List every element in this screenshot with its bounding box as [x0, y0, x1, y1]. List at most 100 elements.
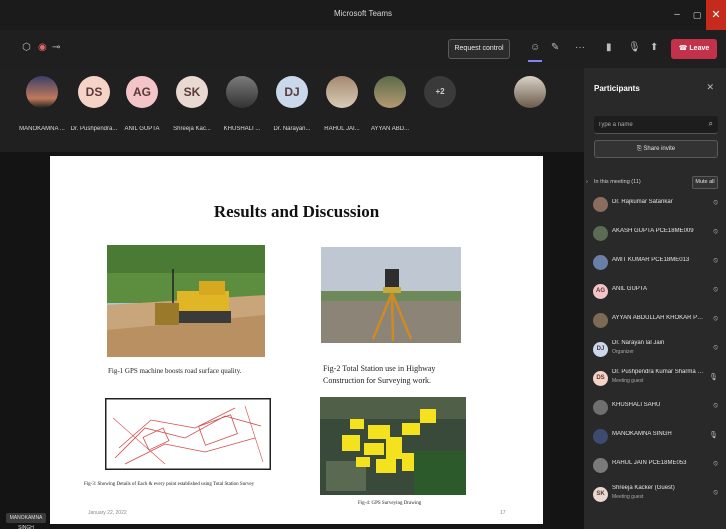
connection-icon[interactable]: ⊸	[52, 42, 60, 53]
phone-hangup-icon: ☎	[678, 45, 688, 52]
mic-off-icon: ⦸	[713, 286, 718, 293]
participant-name: Dr. Narayan lal Jain	[612, 340, 665, 346]
avatar	[593, 313, 608, 328]
avatar	[593, 197, 608, 212]
avatar	[593, 226, 608, 241]
avatar	[514, 76, 546, 108]
mic-off-icon: ⦸	[713, 344, 718, 351]
fig3-caption: Fig-3: Showing Details of Each & every p…	[84, 482, 255, 487]
participant-name: RAHUL JAI...	[324, 126, 360, 132]
search-input[interactable]	[598, 119, 698, 131]
list-item[interactable]: RAHUL JAIN PCE18ME053 ⦸	[584, 451, 726, 480]
more-options-icon[interactable]: ···	[575, 42, 585, 53]
chat-icon[interactable]: ✎	[551, 42, 559, 53]
leave-button[interactable]: ☎ Leave	[671, 39, 717, 59]
mic-on-icon: 🎙	[709, 432, 718, 439]
participant-tile[interactable]: AG ANIL GUPTA	[118, 76, 166, 144]
camera-off-icon[interactable]: ▮	[606, 42, 612, 53]
leave-label: Leave	[689, 45, 710, 52]
participant-name: Dr. Narayan...	[273, 126, 311, 132]
participant-tile[interactable]: SK Shreeja Kac...	[168, 76, 216, 144]
avatar	[593, 400, 608, 415]
fig4-gps-drawing	[320, 397, 466, 495]
mic-off-icon: ⦸	[713, 402, 718, 409]
participant-tile[interactable]: RAHUL JAI...	[318, 76, 366, 144]
avatar	[593, 429, 608, 444]
participants-panel: Participants ✕ ⌕ ⎘ Share invite › In thi…	[584, 68, 726, 529]
meeting-toolbar: ⬡ ◉ ⊸ Request control ☺ ✎ ··· ▮ 🎙 ⬆ ☎ Le…	[0, 30, 726, 68]
overflow-count: +2	[424, 76, 456, 108]
participant-name: AMIT KUMAR PCE18ME013	[612, 257, 690, 263]
record-icon: ◉	[38, 42, 47, 53]
mic-off-icon: ⦸	[713, 199, 718, 206]
list-item[interactable]: AMIT KUMAR PCE18ME013 ⦸	[584, 248, 726, 277]
avatar	[26, 76, 58, 108]
maximize-icon[interactable]: ▢	[690, 8, 704, 22]
shield-icon[interactable]: ⬡	[22, 42, 31, 53]
mic-off-icon: ⦸	[713, 315, 718, 322]
request-control-button[interactable]: Request control	[448, 39, 510, 59]
share-icon: ⎘	[636, 146, 642, 152]
self-video-tile[interactable]	[506, 76, 554, 144]
participant-tile[interactable]: MANOKAMNA ...	[18, 76, 66, 144]
participant-tile[interactable]: DS Dr. Pushpendra...	[70, 76, 118, 144]
participant-name: AYYAN ABD...	[370, 126, 410, 132]
participant-name: RAHUL JAIN PCE18ME053	[612, 460, 687, 466]
participant-tile[interactable]: DJ Dr. Narayan...	[268, 76, 316, 144]
participant-role: Meeting guest	[612, 378, 644, 384]
window-title: Microsoft Teams	[333, 9, 393, 18]
in-meeting-label: In this meeting (11)	[594, 179, 641, 185]
avatar: DS	[593, 371, 608, 386]
minimize-icon[interactable]: –	[670, 8, 684, 22]
list-item[interactable]: Dr. Rajkumar Satankar ⦸	[584, 190, 726, 219]
list-item[interactable]: AG ANIL GUPTA ⦸	[584, 277, 726, 306]
panel-title: Participants	[594, 84, 640, 93]
participant-tile[interactable]: AYYAN ABD...	[366, 76, 414, 144]
share-invite-button[interactable]: ⎘ Share invite	[594, 140, 718, 158]
list-item[interactable]: AYYAN ABDULLAH KHOKAR PC... ⦸	[584, 306, 726, 335]
close-icon[interactable]: ✕	[706, 0, 726, 30]
participant-name: KHUSHALI ...	[223, 126, 261, 132]
avatar: SK	[176, 76, 208, 108]
panel-close-icon[interactable]: ✕	[706, 82, 714, 93]
share-tray-icon[interactable]: ⬆	[650, 42, 658, 53]
list-item[interactable]: DS Dr. Pushpendra Kumar Sharma (... Meet…	[584, 364, 726, 393]
mic-off-icon: ⦸	[713, 228, 718, 235]
fig2-caption-line1: Fig-2 Total Station use in Highway	[323, 364, 436, 373]
chevron-down-icon[interactable]: ›	[586, 179, 588, 185]
mic-off-icon[interactable]: 🎙	[628, 42, 641, 53]
mic-off-icon: ⦸	[713, 460, 718, 467]
in-meeting-section-header[interactable]: › In this meeting (11) Mute all	[586, 176, 722, 190]
presentation-slide: Results and Discussion Fig-1 GPS machine…	[50, 156, 543, 524]
participant-name: Shreeja Kacker (Guest)	[612, 485, 675, 491]
mute-all-button[interactable]: Mute all	[692, 176, 718, 189]
participant-name: ANIL GUPTA	[124, 126, 160, 132]
slide-title: Results and Discussion	[213, 202, 380, 221]
mic-off-icon: ⦸	[713, 257, 718, 264]
list-item[interactable]: MANOKAMNA SINGH 🎙	[584, 422, 726, 451]
more-participants-tile[interactable]: +2	[416, 76, 464, 144]
share-invite-label: Share invite	[643, 146, 676, 152]
participant-name: KHUSHALI SAHU	[612, 402, 661, 408]
participant-search: ⌕	[594, 116, 718, 134]
search-icon[interactable]: ⌕	[709, 119, 713, 129]
people-icon[interactable]: ☺	[530, 42, 540, 53]
slide-page-number: 17	[500, 510, 506, 516]
participant-list: Dr. Rajkumar Satankar ⦸ AKASH GUPTA PCE1…	[584, 190, 726, 509]
list-item[interactable]: DJ Dr. Narayan lal Jain Organizer ⦸	[584, 335, 726, 364]
participant-name: MANOKAMNA ...	[19, 126, 65, 132]
presenter-name-badge: MANOKAMNA SINGH	[6, 513, 46, 529]
fig3-survey-drawing	[105, 398, 271, 470]
participant-name: AKASH GUPTA PCE18ME009	[612, 228, 694, 234]
mic-on-icon: 🎙	[709, 374, 718, 381]
list-item[interactable]: KHUSHALI SAHU ⦸	[584, 393, 726, 422]
avatar: DJ	[276, 76, 308, 108]
participant-name: Dr. Pushpendra Kumar Sharma (...	[612, 369, 704, 375]
participant-strip: MANOKAMNA ... DS Dr. Pushpendra... AG AN…	[0, 68, 584, 152]
active-tab-indicator	[528, 60, 542, 62]
list-item[interactable]: SK Shreeja Kacker (Guest) Meeting guest …	[584, 480, 726, 509]
fig2-caption-line2: Construction for Surveying work.	[323, 376, 431, 385]
list-item[interactable]: AKASH GUPTA PCE18ME009 ⦸	[584, 219, 726, 248]
avatar	[226, 76, 258, 108]
participant-tile[interactable]: KHUSHALI ...	[218, 76, 266, 144]
